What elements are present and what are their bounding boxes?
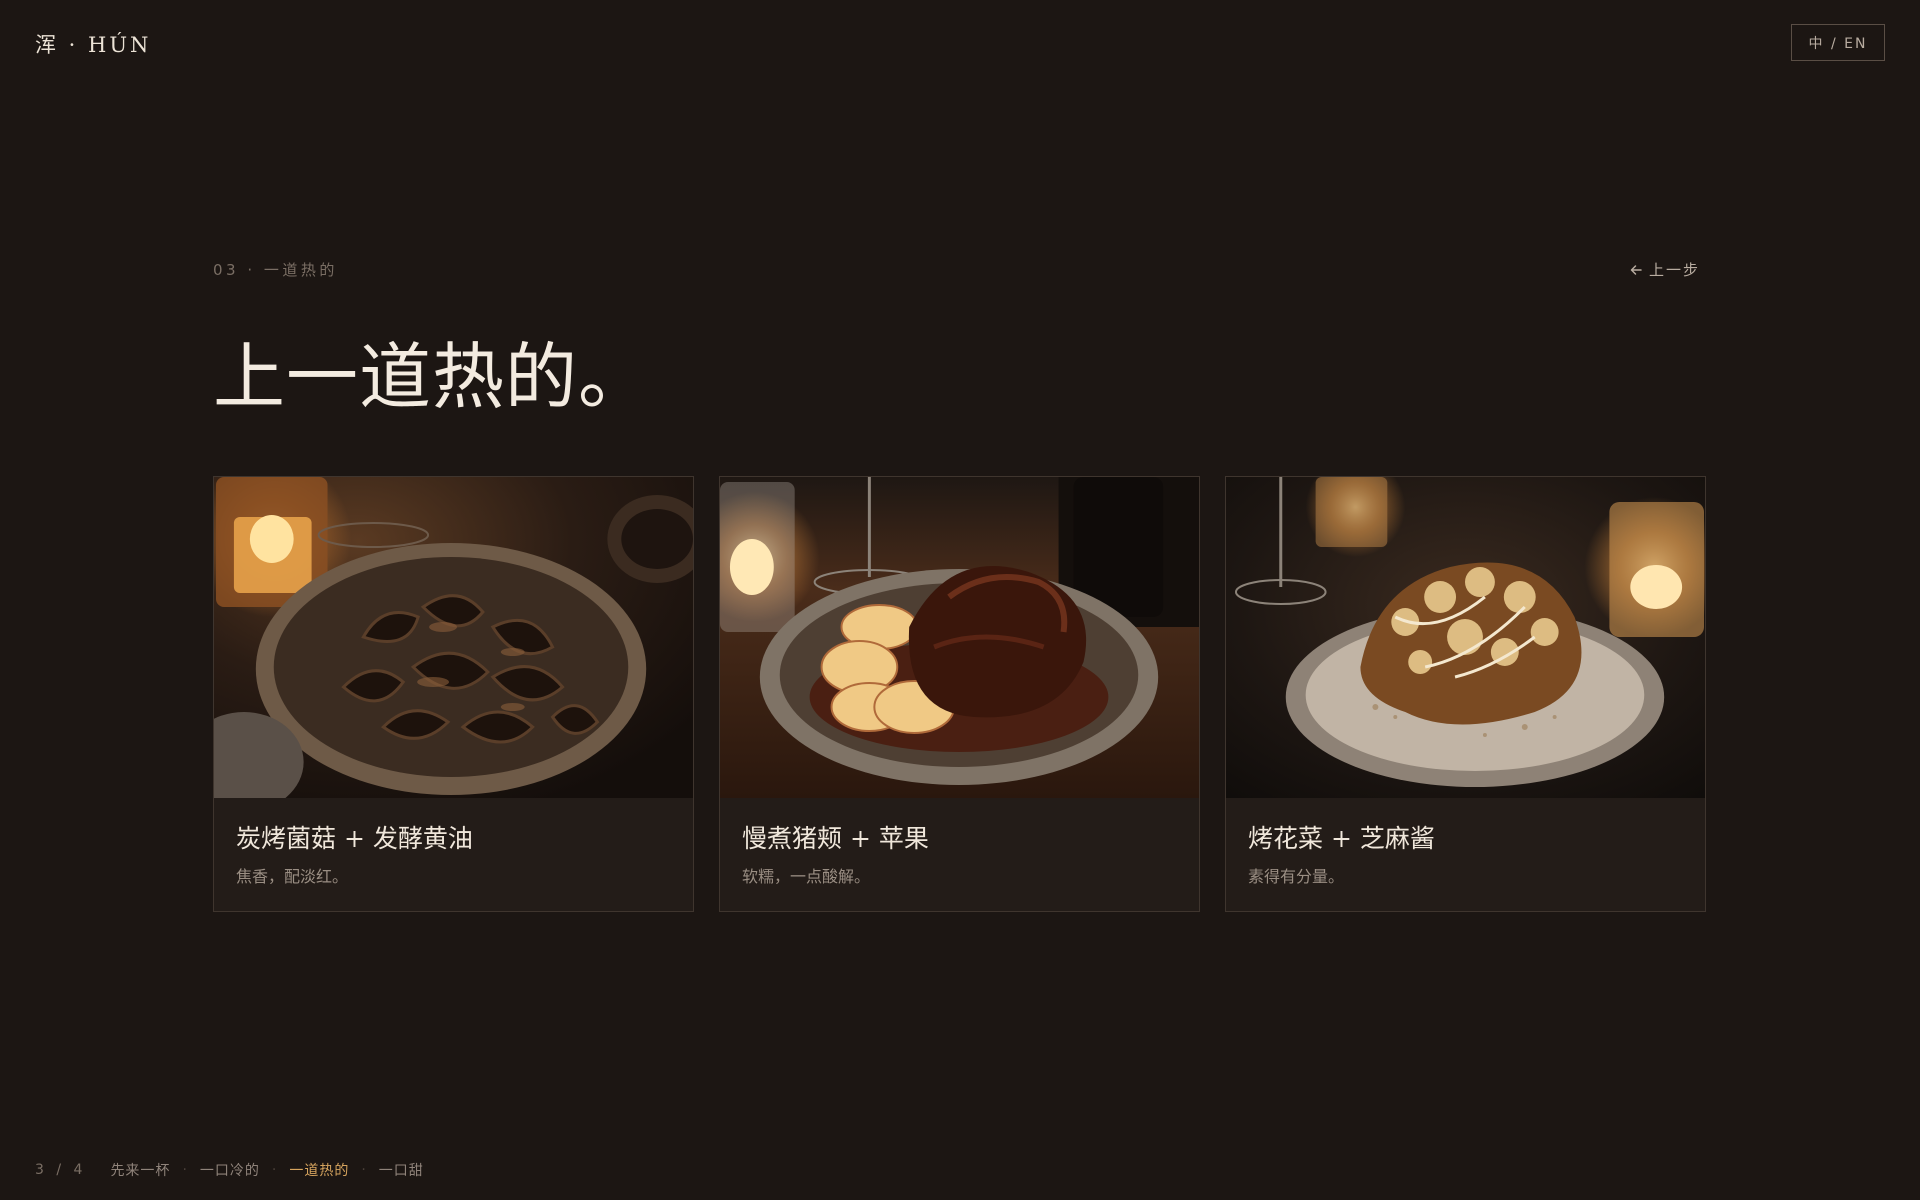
back-label: 上一步: [1648, 261, 1700, 279]
dish-description: 软糯，一点酸解。: [742, 867, 871, 886]
dish-card-pork-cheek[interactable]: 慢煮猪颊 + 苹果 软糯，一点酸解。: [719, 476, 1200, 912]
dish-card-cauliflower[interactable]: 烤花菜 + 芝麻酱 素得有分量。: [1225, 476, 1706, 912]
step-separator: ·: [271, 1162, 278, 1178]
step-progress: 3 / 4 先来一杯 · 一口冷的 · 一道热的 · 一口甜: [35, 1160, 424, 1180]
back-button[interactable]: 上一步: [1629, 259, 1700, 280]
language-toggle-button[interactable]: 中 / EN: [1791, 24, 1885, 61]
dish-name: 烤花菜 + 芝麻酱: [1248, 824, 1435, 853]
dish-description: 素得有分量。: [1248, 867, 1345, 886]
brand-logo[interactable]: 浑 · HÚN: [35, 29, 151, 59]
dish-photo-mushroom: [214, 477, 693, 798]
dish-description: 焦香，配淡红。: [236, 867, 349, 886]
dish-card-mushroom[interactable]: 炭烤菌菇 + 发酵黄油 焦香，配淡红。: [213, 476, 694, 912]
step-separator: ·: [182, 1162, 188, 1178]
dish-name: 炭烤菌菇 + 发酵黄油: [236, 824, 473, 853]
step-counter: 3 / 4: [35, 1162, 87, 1178]
page: 浑 · HÚN 中 / EN 03 · 一道热的 上一步 上一道热的。 炭烤菌菇…: [0, 0, 1920, 1200]
step-separator: ·: [361, 1162, 367, 1178]
step-link-hot[interactable]: 一道热的: [289, 1160, 349, 1180]
step-link-drink[interactable]: 先来一杯: [110, 1160, 170, 1180]
page-title: 上一道热的。: [213, 335, 652, 419]
arrow-left-icon: [1630, 264, 1642, 275]
step-link-sweet[interactable]: 一口甜: [379, 1160, 424, 1180]
dish-cards: 炭烤菌菇 + 发酵黄油 焦香，配淡红。 慢煮猪颊 + 苹果 软糯，一点酸解。 烤…: [213, 476, 1706, 912]
section-eyebrow: 03 · 一道热的: [213, 261, 338, 279]
step-link-cold[interactable]: 一口冷的: [200, 1160, 260, 1180]
dish-photo-cauliflower: [1226, 477, 1705, 798]
dish-name: 慢煮猪颊 + 苹果: [742, 824, 929, 853]
dish-photo-pork-cheek: [720, 477, 1199, 798]
